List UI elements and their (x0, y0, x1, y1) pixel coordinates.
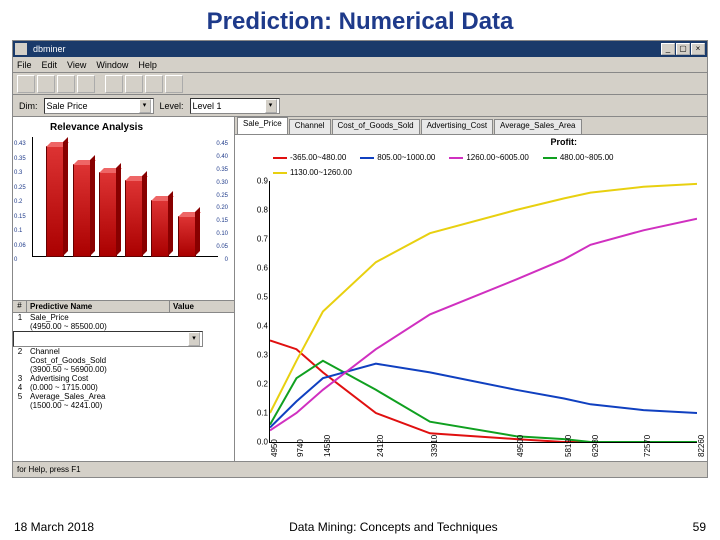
predictor-body: 1Sale_Price(4950.00 ~ 85500.00)▾2Channel… (13, 313, 234, 461)
tab-cogs[interactable]: Cost_of_Goods_Sold (332, 119, 420, 134)
toolbar-button[interactable] (17, 75, 35, 93)
profit-title: Profit: (551, 137, 578, 147)
legend-item: 1130.00~1260.00 (273, 168, 352, 177)
toolbar-button[interactable] (165, 75, 183, 93)
menu-edit[interactable]: Edit (42, 60, 58, 70)
col-name: Predictive Name (27, 301, 170, 312)
toolbar-button[interactable] (77, 75, 95, 93)
tab-ad-cost[interactable]: Advertising_Cost (421, 119, 493, 134)
profit-chart-area: Profit: -365.00~480.00 805.00~1000.00 12… (235, 135, 707, 461)
profit-line-chart: 0.90.80.70.60.50.40.30.20.10.04950974014… (269, 181, 697, 443)
menu-help[interactable]: Help (138, 60, 157, 70)
workspace: Relevance Analysis 0.430.350.30.250.20.1… (13, 117, 707, 461)
toolbar-button[interactable] (37, 75, 55, 93)
level-label: Level: (160, 101, 184, 111)
footer-page: 59 (693, 520, 706, 534)
status-text: for Help, press F1 (17, 465, 81, 474)
chevron-down-icon[interactable]: ▾ (139, 99, 151, 113)
relevance-bar-chart: 0.430.350.30.250.20.150.10.0600.450.400.… (16, 135, 226, 275)
legend-item: -365.00~480.00 (273, 153, 346, 162)
footer-date: 18 March 2018 (14, 520, 94, 534)
statusbar: for Help, press F1 (13, 461, 707, 477)
menu-view[interactable]: View (67, 60, 86, 70)
slide-title: Prediction: Numerical Data (0, 0, 720, 40)
tab-sale-price[interactable]: Sale_Price (237, 117, 288, 134)
level-dropdown[interactable]: Level 1 ▾ (190, 98, 280, 114)
tab-channel[interactable]: Channel (289, 119, 331, 134)
dim-label: Dim: (19, 101, 38, 111)
profit-legend: -365.00~480.00 805.00~1000.00 1260.00~60… (273, 153, 695, 177)
menu-window[interactable]: Window (96, 60, 128, 70)
legend-swatch (273, 157, 287, 159)
app-icon (15, 43, 27, 55)
titlebar: dbminer _ ▢ × (13, 41, 707, 57)
legend-swatch (449, 157, 463, 159)
right-column: Sale_Price Channel Cost_of_Goods_Sold Ad… (235, 117, 707, 461)
tabstrip: Sale_Price Channel Cost_of_Goods_Sold Ad… (235, 117, 707, 135)
footer-book: Data Mining: Concepts and Techniques (289, 520, 498, 534)
relevance-panel: Relevance Analysis 0.430.350.30.250.20.1… (13, 117, 234, 300)
chevron-down-icon[interactable]: ▾ (265, 99, 277, 113)
predictor-row[interactable]: 3Advertising Cost (13, 374, 234, 383)
slide-footer: 18 March 2018 Data Mining: Concepts and … (0, 520, 720, 534)
legend-item: 1260.00~6005.00 (449, 153, 529, 162)
filterbar: Dim: Sale Price ▾ Level: Level 1 ▾ (13, 95, 707, 117)
predictor-row[interactable]: 4(0.000 ~ 1715.000) (13, 383, 234, 392)
predictor-row[interactable]: 5Average_Sales_Area(1500.00 ~ 4241.00) (13, 392, 234, 410)
menubar: File Edit View Window Help (13, 57, 707, 73)
col-num: # (13, 301, 27, 312)
toolbar-button[interactable] (145, 75, 163, 93)
col-value: Value (170, 301, 234, 312)
app-title: dbminer (33, 44, 66, 54)
dim-dropdown[interactable]: Sale Price ▾ (44, 98, 154, 114)
legend-swatch (360, 157, 374, 159)
toolbar-button[interactable] (125, 75, 143, 93)
level-value: Level 1 (193, 101, 265, 111)
minimize-button[interactable]: _ (661, 43, 675, 55)
dim-value: Sale Price (47, 101, 139, 111)
legend-item: 480.00~805.00 (543, 153, 614, 162)
menu-file[interactable]: File (17, 60, 32, 70)
tab-avg-sales-area[interactable]: Average_Sales_Area (494, 119, 581, 134)
predictor-range-dropdown[interactable]: ▾ (13, 331, 203, 347)
toolbar-button[interactable] (105, 75, 123, 93)
legend-swatch (543, 157, 557, 159)
predictor-panel: # Predictive Name Value 1Sale_Price(4950… (13, 300, 234, 461)
legend-item: 805.00~1000.00 (360, 153, 435, 162)
relevance-title: Relevance Analysis (50, 122, 231, 133)
legend-swatch (273, 172, 287, 174)
predictor-row[interactable]: 2ChannelCost_of_Goods_Sold(3900.50 ~ 569… (13, 347, 234, 374)
toolbar-button[interactable] (57, 75, 75, 93)
predictor-row[interactable]: 1Sale_Price(4950.00 ~ 85500.00) (13, 313, 234, 331)
app-window: dbminer _ ▢ × File Edit View Window Help… (12, 40, 708, 478)
toolbar (13, 73, 707, 95)
maximize-button[interactable]: ▢ (676, 43, 690, 55)
close-button[interactable]: × (691, 43, 705, 55)
left-column: Relevance Analysis 0.430.350.30.250.20.1… (13, 117, 235, 461)
predictor-header: # Predictive Name Value (13, 301, 234, 313)
